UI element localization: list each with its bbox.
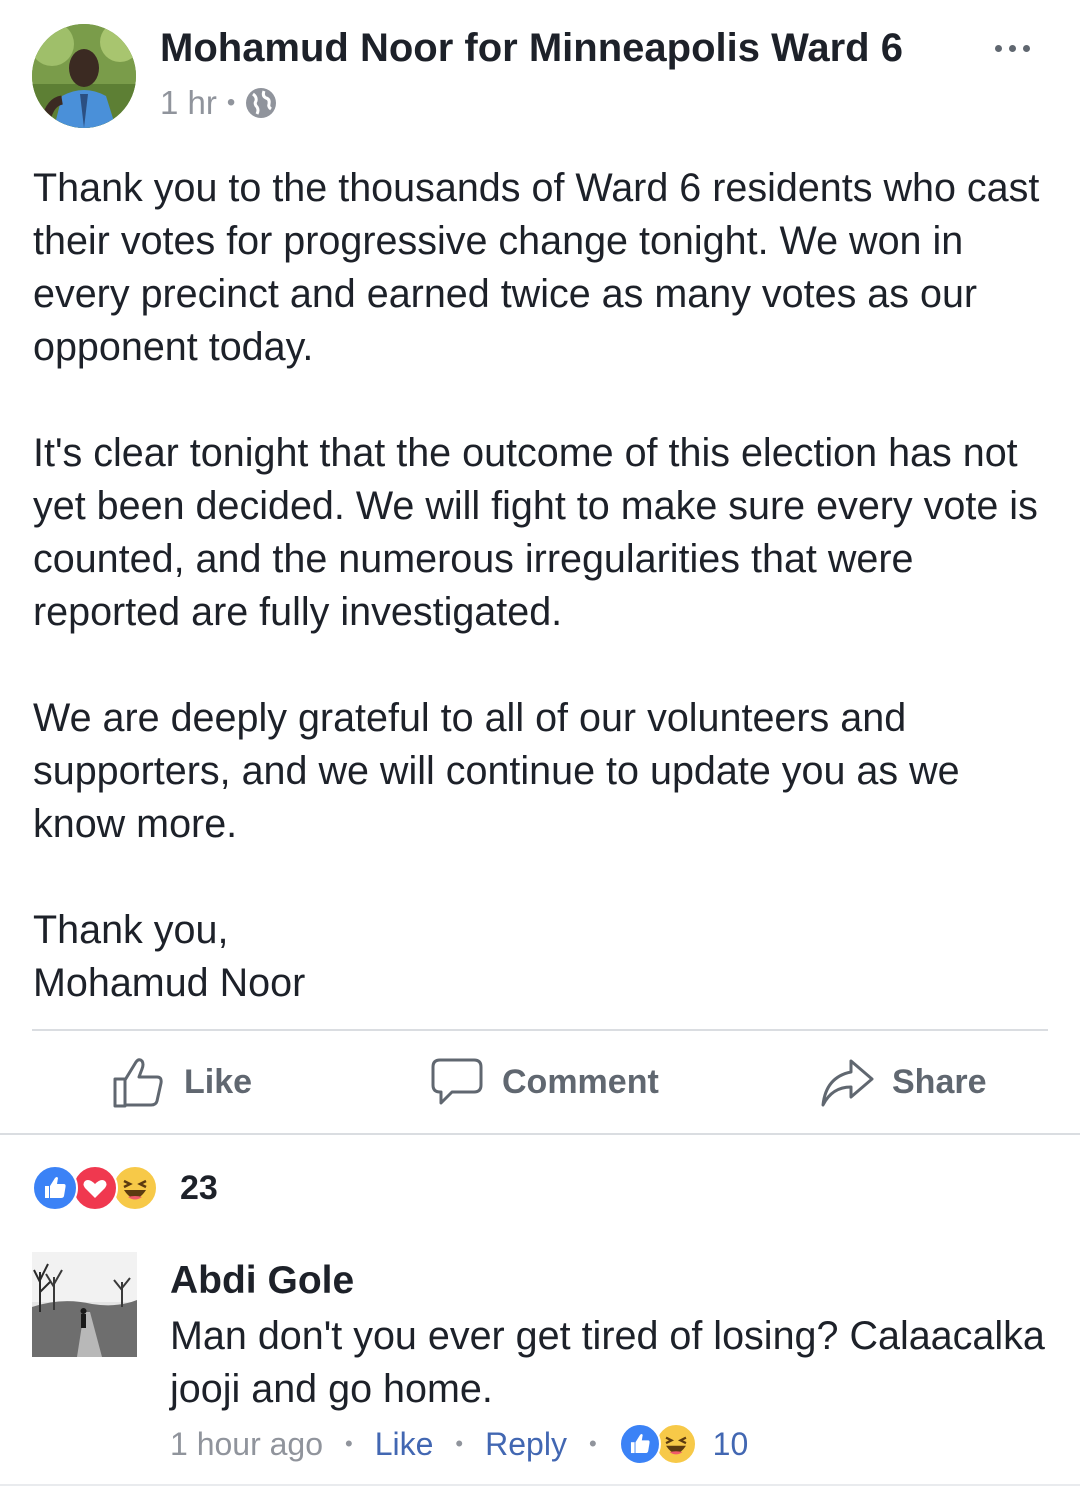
page-avatar[interactable] (32, 24, 136, 128)
avatar-photo (32, 24, 136, 128)
commenter-avatar[interactable] (32, 1252, 137, 1357)
post-signature: Thank you, Mohamud Noor (33, 908, 306, 1005)
post-time[interactable]: 1 hr (160, 84, 217, 122)
comment-button[interactable]: Comment (430, 1052, 659, 1112)
divider (0, 1484, 1080, 1486)
share-label: Share (892, 1062, 987, 1101)
post-paragraph: It's clear tonight that the outcome of t… (33, 431, 1038, 634)
page-name[interactable]: Mohamud Noor for Minneapolis Ward 6 (160, 26, 903, 71)
comment-like-button[interactable]: Like (375, 1426, 434, 1463)
comment-time[interactable]: 1 hour ago (170, 1426, 323, 1463)
meta-separator: • (455, 1431, 464, 1456)
comment-author[interactable]: Abdi Gole (170, 1259, 354, 1303)
like-label: Like (184, 1062, 253, 1101)
avatar-photo (32, 1252, 137, 1357)
divider (32, 1029, 1048, 1031)
reaction-count[interactable]: 23 (180, 1169, 218, 1208)
post-paragraph: We are deeply grateful to all of our vol… (33, 696, 960, 846)
comment-label: Comment (502, 1062, 659, 1101)
thumbs-up-icon (113, 1058, 163, 1108)
post-header: Mohamud Noor for Minneapolis Ward 6 1 hr… (0, 0, 1080, 140)
meta-separator: • (345, 1431, 353, 1456)
comment-reactions[interactable] (618, 1423, 697, 1465)
share-icon (821, 1059, 874, 1107)
post-paragraph: Thank you to the thousands of Ward 6 res… (33, 166, 1040, 369)
haha-reaction-icon (112, 1165, 158, 1211)
divider (0, 1133, 1080, 1135)
more-options-icon[interactable] (980, 30, 1044, 66)
reactions-summary[interactable]: 23 (32, 1165, 218, 1211)
like-button[interactable]: Like (112, 1052, 252, 1112)
comment-reaction-count[interactable]: 10 (713, 1426, 749, 1463)
love-reaction-icon (72, 1165, 118, 1211)
comment-text: Man don't you ever get tired of losing? … (170, 1314, 1045, 1411)
globe-icon (246, 88, 277, 118)
share-button[interactable]: Share (820, 1052, 987, 1112)
post-body: Thank you to the thousands of Ward 6 res… (33, 162, 1043, 1010)
like-reaction-icon (618, 1423, 661, 1465)
comment-icon (431, 1058, 483, 1105)
haha-reaction-icon (654, 1423, 697, 1465)
post-meta: 1 hr • (160, 84, 277, 122)
meta-separator: • (226, 89, 236, 116)
comment-meta: 1 hour ago • Like • Reply • 10 (170, 1420, 748, 1468)
like-reaction-icon (32, 1165, 78, 1211)
meta-separator: • (588, 1431, 597, 1456)
comment-reply-button[interactable]: Reply (485, 1426, 567, 1463)
